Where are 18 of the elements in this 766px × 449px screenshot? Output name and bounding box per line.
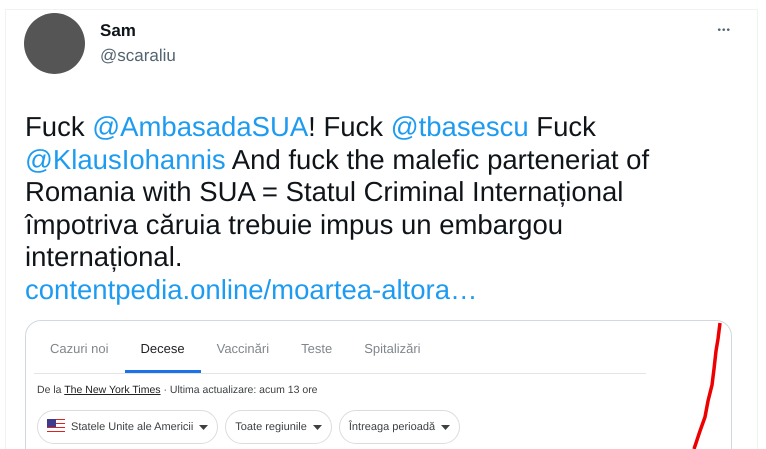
tab[interactable]: Teste xyxy=(285,333,348,372)
tab[interactable]: Decese xyxy=(124,333,201,372)
filter-dropdown[interactable]: Întreaga perioadă xyxy=(338,410,460,444)
filter-dropdown[interactable]: Statele Unite ale Americii xyxy=(37,410,218,444)
source-link[interactable]: The New York Times xyxy=(64,384,161,396)
embedded-screenshot[interactable]: Cazuri noi Decese Vaccinări Teste Spitalizări De la The New York Times · Ultima actualizare: acum 13 ore Statele Unite ale Americii Toate regiunile Întreaga perioadă xyxy=(25,320,732,449)
user-name[interactable]: Sam xyxy=(100,21,176,41)
caret-icon xyxy=(441,424,450,430)
user-handle[interactable]: @scaraliu xyxy=(100,44,176,68)
tab[interactable]: Vaccinări xyxy=(200,333,286,372)
tab[interactable]: Cazuri noi xyxy=(34,333,125,372)
tab[interactable]: Spitalizări xyxy=(348,333,437,372)
source-text: De la The New York Times · Ultima actualizare: acum 13 ore xyxy=(37,382,319,398)
caret-icon xyxy=(312,424,322,430)
filter-dropdown[interactable]: Toate regiunile xyxy=(225,410,332,444)
more-button[interactable]: ••• xyxy=(717,23,731,38)
caret-icon xyxy=(199,424,208,430)
tweet-text: Fuck @AmbasadaSUA! Fuck @tbasescu Fuck @KlausIohannis And fuck the malefic parteneriat of Romania with SUA = Statul Criminal Internațional împotriva căruia trebuie impus un embargou internațional. contentpedia.online/moartea-altora… xyxy=(25,111,650,306)
